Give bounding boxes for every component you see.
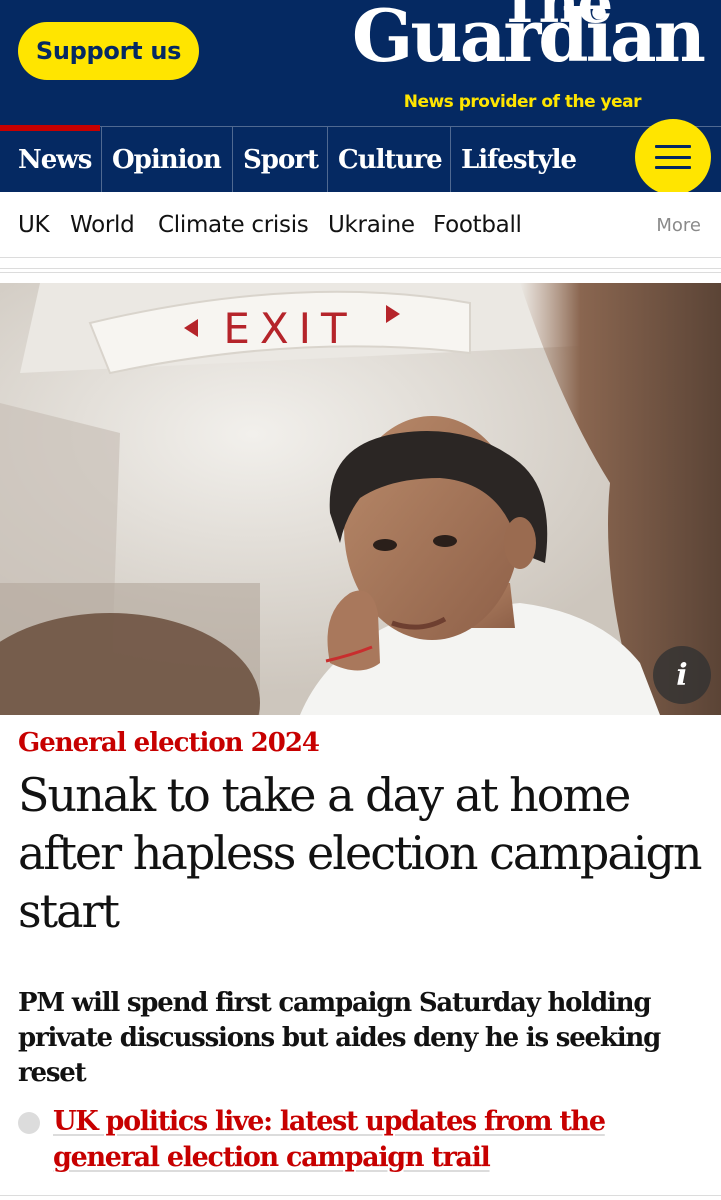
info-icon: i bbox=[676, 657, 688, 693]
guardian-logo[interactable]: The Guardian bbox=[343, 0, 706, 98]
subnav-item-ukraine[interactable]: Ukraine bbox=[328, 192, 415, 258]
pillar-sport[interactable]: Sport bbox=[232, 127, 327, 192]
live-dot-icon bbox=[18, 1112, 40, 1134]
related-link[interactable]: UK politics live: latest updates from th… bbox=[18, 1104, 708, 1176]
logo-tagline: News provider of the year bbox=[403, 92, 642, 112]
pillar-lifestyle[interactable]: Lifestyle bbox=[450, 127, 590, 192]
pillar-culture[interactable]: Culture bbox=[327, 127, 450, 192]
pillar-nav: News Opinion Sport Culture Lifestyle bbox=[0, 119, 721, 195]
image-info-button[interactable]: i bbox=[653, 646, 711, 704]
article-headline[interactable]: Sunak to take a day at home after haples… bbox=[18, 766, 708, 940]
divider bbox=[0, 268, 721, 269]
sub-nav: UK World Climate crisis Ukraine Football… bbox=[0, 192, 721, 258]
subnav-item-football[interactable]: Football bbox=[433, 192, 522, 258]
divider bbox=[0, 1195, 721, 1196]
hero-photo: EXIT bbox=[0, 283, 721, 715]
article-standfirst: PM will spend first campaign Saturday ho… bbox=[18, 988, 661, 1088]
subnav-item-world[interactable]: World bbox=[70, 192, 135, 258]
subnav-item-climate-crisis[interactable]: Climate crisis bbox=[158, 192, 309, 258]
menu-button[interactable] bbox=[635, 119, 711, 195]
divider bbox=[0, 272, 721, 273]
related-link-text[interactable]: UK politics live: latest updates from th… bbox=[53, 1104, 708, 1176]
masthead: Support us The Guardian News provider of… bbox=[0, 0, 721, 126]
hero-image[interactable]: EXIT bbox=[0, 283, 721, 715]
subnav-more[interactable]: More bbox=[656, 192, 701, 258]
support-us-button[interactable]: Support us bbox=[18, 22, 199, 80]
pillar-news[interactable]: News bbox=[0, 127, 101, 192]
pillar-opinion[interactable]: Opinion bbox=[101, 127, 232, 192]
logo-guardian: Guardian bbox=[351, 0, 706, 78]
subnav-item-uk[interactable]: UK bbox=[18, 192, 50, 258]
article-kicker[interactable]: General election 2024 bbox=[18, 728, 320, 758]
svg-text:EXIT: EXIT bbox=[223, 304, 356, 353]
hamburger-menu-icon bbox=[655, 145, 691, 169]
